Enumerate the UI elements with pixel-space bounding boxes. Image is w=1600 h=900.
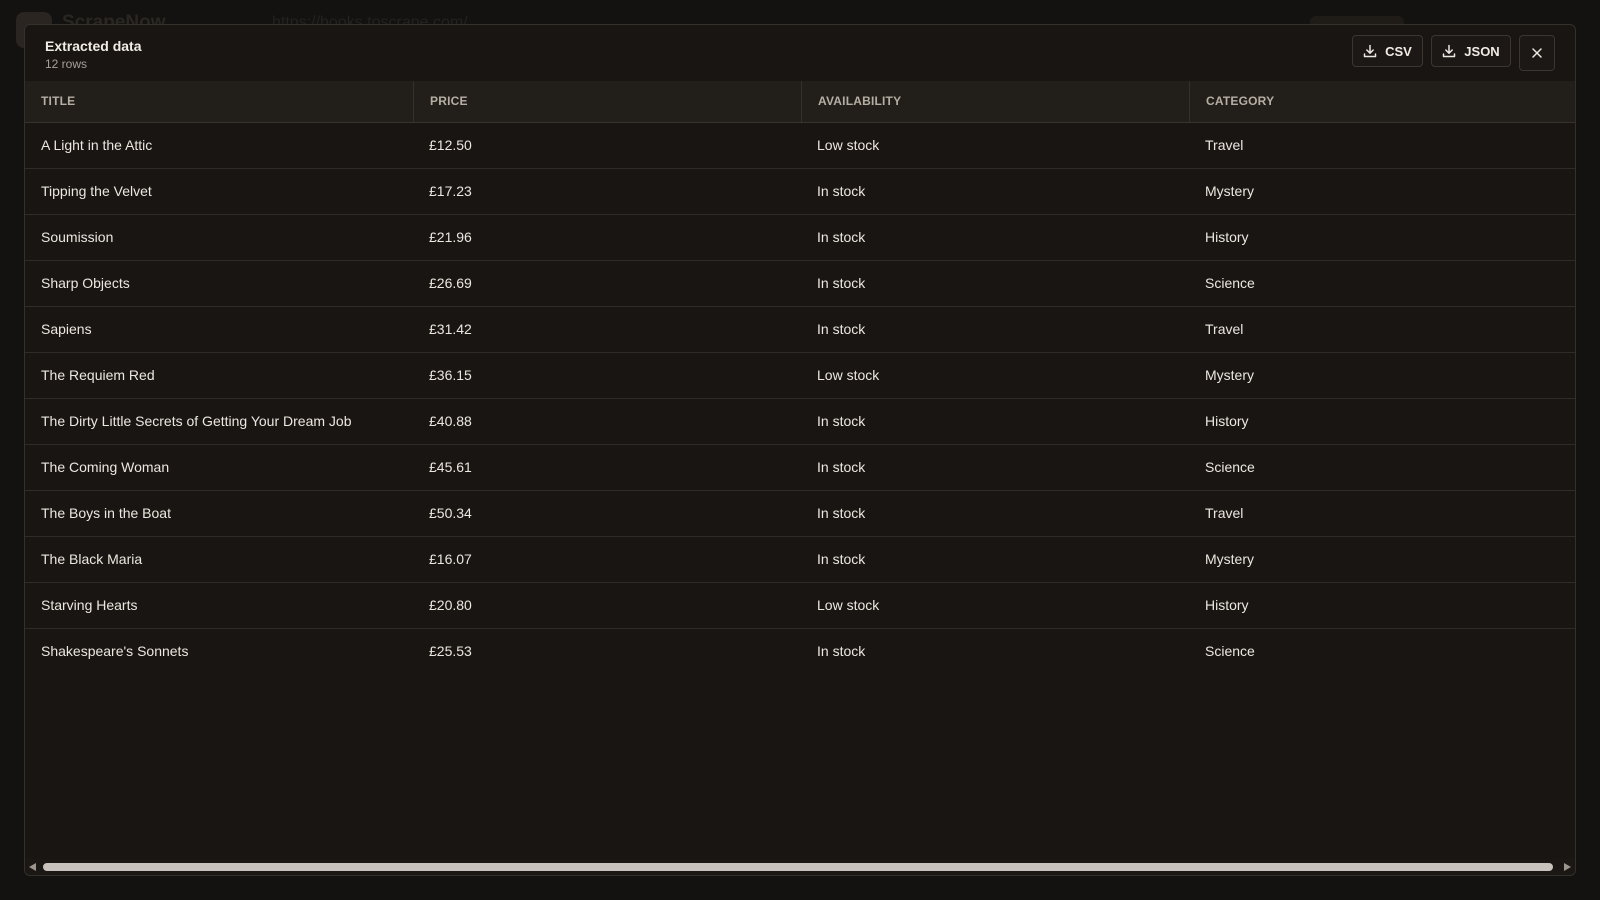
cell-category: Science <box>1205 643 1255 659</box>
cell-category: Travel <box>1205 321 1244 337</box>
cell-availability: In stock <box>817 183 866 199</box>
table-row[interactable]: Sapiens £31.42 In stock Travel <box>25 307 1575 353</box>
table-row[interactable]: The Dirty Little Secrets of Getting Your… <box>25 399 1575 445</box>
modal-title: Extracted data <box>45 38 142 54</box>
cell-availability: Low stock <box>817 137 880 153</box>
cell-price: £36.15 <box>429 367 472 383</box>
cell-category: Travel <box>1205 505 1244 521</box>
cell-title: Starving Hearts <box>41 597 138 613</box>
export-csv-label: CSV <box>1385 43 1412 59</box>
cell-title: Tipping the Velvet <box>41 183 152 199</box>
table-row[interactable]: The Boys in the Boat £50.34 In stock Travel <box>25 491 1575 537</box>
cell-title: Shakespeare's Sonnets <box>41 643 189 659</box>
cell-category: Science <box>1205 459 1255 475</box>
table-row[interactable]: Soumission £21.96 In stock History <box>25 215 1575 261</box>
cell-price: £26.69 <box>429 275 472 291</box>
column-header-availability[interactable]: AVAILABILITY <box>801 81 1189 122</box>
cell-category: Science <box>1205 275 1255 291</box>
cell-title: Sapiens <box>41 321 92 337</box>
data-table[interactable]: TITLE PRICE AVAILABILITY CATEGORY A Ligh… <box>25 81 1575 859</box>
table-row[interactable]: Tipping the Velvet £17.23 In stock Mystery <box>25 169 1575 215</box>
cell-title: The Black Maria <box>41 551 143 567</box>
table-header: TITLE PRICE AVAILABILITY CATEGORY <box>25 81 1575 123</box>
cell-price: £31.42 <box>429 321 472 337</box>
extracted-data-modal: Extracted data 12 rows CSV JSON TITLE PR… <box>24 24 1576 876</box>
cell-category: Mystery <box>1205 551 1254 567</box>
cell-price: £17.23 <box>429 183 472 199</box>
table-row[interactable]: A Light in the Attic £12.50 Low stock Trave… <box>25 123 1575 169</box>
cell-price: £45.61 <box>429 459 472 475</box>
close-button[interactable] <box>1519 35 1555 71</box>
row-count: 12 rows <box>45 57 88 71</box>
cell-availability: In stock <box>817 229 866 245</box>
download-icon <box>1442 44 1456 58</box>
cell-availability: Low stock <box>817 597 880 613</box>
cell-category: History <box>1205 229 1249 245</box>
cell-title: A Light in the Attic <box>41 137 153 153</box>
cell-availability: In stock <box>817 551 866 567</box>
table-row[interactable]: The Coming Woman £45.61 In stock Science <box>25 445 1575 491</box>
scroll-left-icon[interactable] <box>29 863 36 871</box>
cell-price: £16.07 <box>429 551 472 567</box>
cell-title: Sharp Objects <box>41 275 130 291</box>
cell-availability: In stock <box>817 321 866 337</box>
cell-category: History <box>1205 413 1249 429</box>
cell-price: £40.88 <box>429 413 472 429</box>
table-body: A Light in the Attic £12.50 Low stock Trave… <box>25 123 1575 674</box>
column-header-price[interactable]: PRICE <box>413 81 801 122</box>
cell-title: The Coming Woman <box>41 459 170 475</box>
cell-title: The Dirty Little Secrets of Getting Your… <box>41 413 352 429</box>
close-icon <box>1531 47 1543 59</box>
cell-availability: In stock <box>817 413 866 429</box>
cell-category: Travel <box>1205 137 1244 153</box>
cell-title: Soumission <box>41 229 114 245</box>
modal-header: Extracted data 12 rows CSV JSON <box>25 25 1575 82</box>
table-row[interactable]: The Requiem Red £36.15 Low stock Mystery <box>25 353 1575 399</box>
export-csv-button[interactable]: CSV <box>1352 35 1423 67</box>
export-json-button[interactable]: JSON <box>1431 35 1511 67</box>
cell-category: History <box>1205 597 1249 613</box>
table-row[interactable]: Sharp Objects £26.69 In stock Science <box>25 261 1575 307</box>
cell-availability: In stock <box>817 505 866 521</box>
download-icon <box>1363 44 1377 58</box>
cell-category: Mystery <box>1205 367 1254 383</box>
cell-title: The Requiem Red <box>41 367 155 383</box>
cell-price: £25.53 <box>429 643 472 659</box>
cell-price: £50.34 <box>429 505 472 521</box>
column-header-title[interactable]: TITLE <box>25 81 413 122</box>
cell-availability: In stock <box>817 275 866 291</box>
scroll-right-icon[interactable] <box>1564 863 1571 871</box>
table-row[interactable]: Shakespeare's Sonnets £25.53 In stock Scien… <box>25 629 1575 674</box>
cell-availability: In stock <box>817 643 866 659</box>
cell-category: Mystery <box>1205 183 1254 199</box>
column-header-category[interactable]: CATEGORY <box>1189 81 1575 122</box>
scrollbar-thumb[interactable] <box>43 863 1553 871</box>
cell-availability: In stock <box>817 459 866 475</box>
cell-availability: Low stock <box>817 367 880 383</box>
export-json-label: JSON <box>1464 43 1500 59</box>
horizontal-scrollbar[interactable] <box>25 859 1575 875</box>
cell-price: £12.50 <box>429 137 472 153</box>
table-row[interactable]: Starving Hearts £20.80 Low stock History <box>25 583 1575 629</box>
cell-title: The Boys in the Boat <box>41 505 171 521</box>
cell-price: £21.96 <box>429 229 472 245</box>
table-row[interactable]: The Black Maria £16.07 In stock Mystery <box>25 537 1575 583</box>
cell-price: £20.80 <box>429 597 472 613</box>
